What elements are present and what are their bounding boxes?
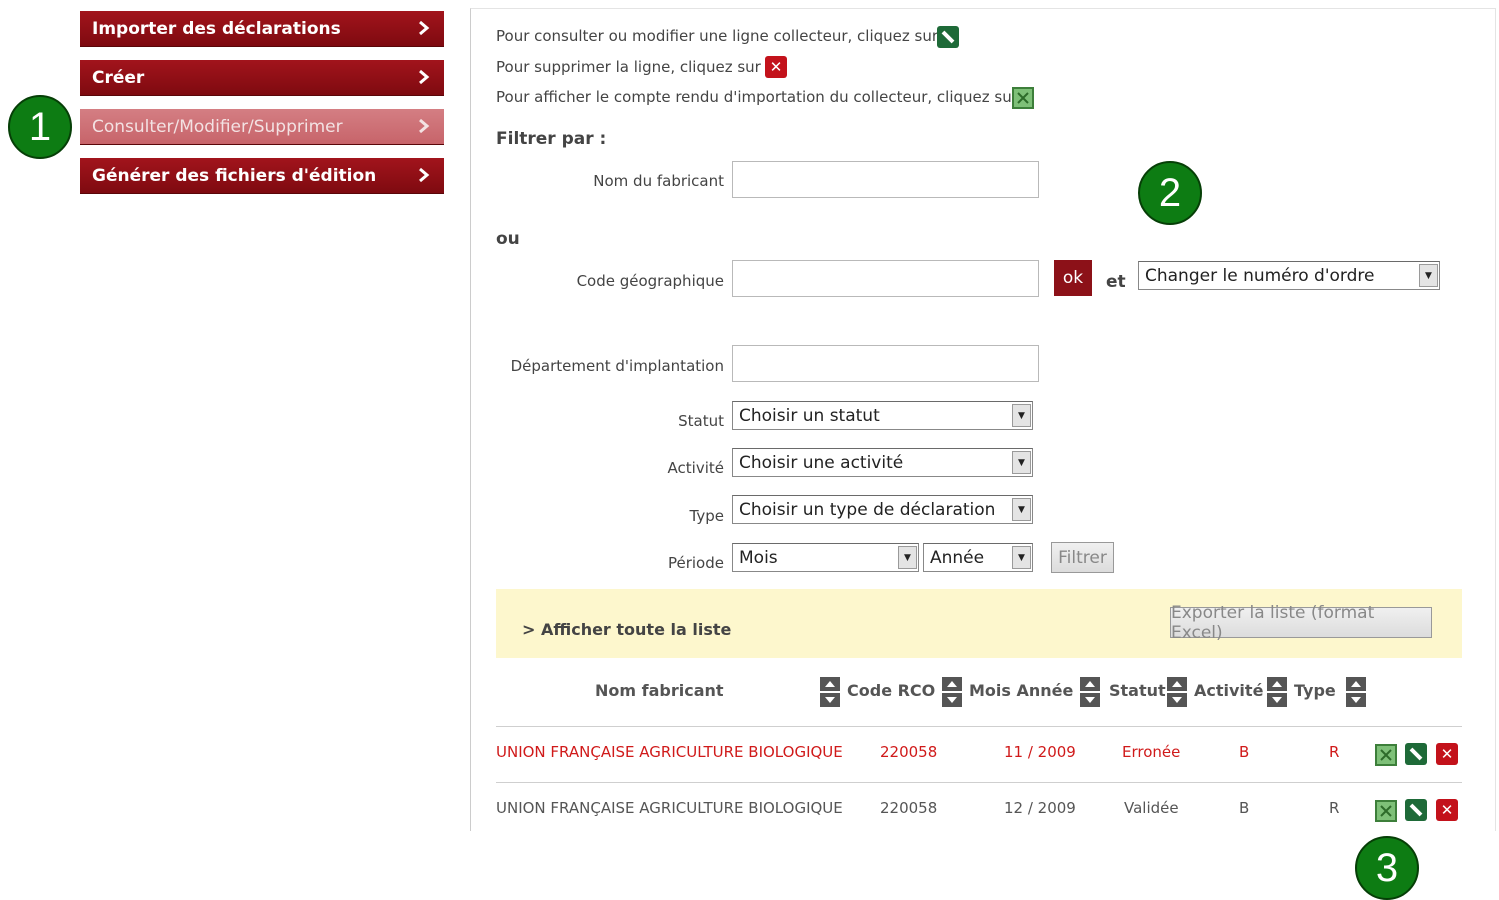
instruction-delete: Pour supprimer la ligne, cliquez sur [496,58,761,76]
menu-item-consulter[interactable]: Consulter/Modifier/Supprimer [80,109,444,145]
chevron-down-icon: ▼ [1012,498,1031,521]
menu-item-label: Générer des fichiers d'édition [92,165,377,186]
edit-icon[interactable] [1405,743,1427,765]
menu-item-generer[interactable]: Générer des fichiers d'édition [80,158,444,194]
instruction-edit: Pour consulter ou modifier une ligne col… [496,27,939,45]
ok-button[interactable]: ok [1054,260,1092,296]
chevron-down-icon: ▼ [1012,451,1031,474]
cell-statut: Validée [1124,799,1179,817]
ou-label: ou [496,229,520,249]
activite-value: Choisir une activité [739,452,904,473]
edit-icon[interactable] [1405,799,1427,821]
excel-report-icon [1012,87,1034,109]
sort-icon[interactable] [1167,677,1187,707]
et-label: et [1106,272,1126,292]
header-type[interactable]: Type [1294,681,1336,700]
header-mois-annee[interactable]: Mois Année [969,681,1073,700]
activite-label: Activité [667,459,724,477]
order-number-select[interactable]: Changer le numéro d'ordre ▼ [1138,261,1440,290]
filtrer-button[interactable]: Filtrer [1051,542,1114,573]
delete-icon[interactable]: ✕ [1436,743,1458,765]
menu-item-creer[interactable]: Créer [80,60,444,96]
activite-select[interactable]: Choisir une activité ▼ [732,448,1033,477]
header-statut[interactable]: Statut [1109,681,1166,700]
code-geo-label: Code géographique [576,272,724,290]
cell-code-rco: 220058 [880,799,938,817]
mois-value: Mois [739,547,778,568]
chevron-right-icon [419,69,430,85]
menu-item-label: Importer des déclarations [92,18,341,39]
menu-item-importer[interactable]: Importer des déclarations [80,11,444,47]
departement-label: Département d'implantation [510,357,724,375]
cell-mois-annee: 12 / 2009 [1004,799,1076,817]
callout-badge-1: 1 [8,95,72,159]
order-number-value: Changer le numéro d'ordre [1145,265,1375,286]
chevron-down-icon: ▼ [1012,404,1031,427]
chevron-down-icon: ▼ [1012,546,1031,569]
excel-report-icon[interactable] [1375,800,1397,822]
type-label: Type [689,507,724,525]
cell-activite: B [1239,743,1250,761]
cell-type: R [1329,799,1340,817]
periode-label: Période [667,554,724,572]
chevron-right-icon [419,167,430,183]
menu-item-label: Consulter/Modifier/Supprimer [92,116,343,137]
mois-select[interactable]: Mois ▼ [732,543,919,572]
chevron-right-icon [419,118,430,134]
cell-activite: B [1239,799,1250,817]
nom-fabricant-input[interactable] [732,161,1039,198]
cell-nom: UNION FRANÇAISE AGRICULTURE BIOLOGIQUE [496,743,843,761]
sort-icon[interactable] [942,677,962,707]
filter-title: Filtrer par : [496,129,607,149]
sort-icon[interactable] [1080,677,1100,707]
departement-input[interactable] [732,345,1039,382]
header-nom-fabricant[interactable]: Nom fabricant [595,681,724,700]
nom-fabricant-label: Nom du fabricant [593,172,724,190]
header-activite[interactable]: Activité [1194,681,1263,700]
menu-item-label: Créer [92,67,145,88]
annee-value: Année [930,547,985,568]
cell-code-rco: 220058 [880,743,938,761]
type-value: Choisir un type de déclaration [739,499,996,520]
cell-nom: UNION FRANÇAISE AGRICULTURE BIOLOGIQUE [496,799,843,817]
delete-icon: ✕ [765,56,787,78]
callout-badge-3: 3 [1355,836,1419,900]
chevron-down-icon: ▼ [1419,264,1438,287]
export-excel-button[interactable]: Exporter la liste (format Excel) [1170,603,1432,643]
chevron-right-icon [419,20,430,36]
excel-report-icon[interactable] [1375,744,1397,766]
cell-statut: Erronée [1122,743,1181,761]
statut-value: Choisir un statut [739,405,880,426]
delete-icon[interactable]: ✕ [1436,799,1458,821]
instruction-report: Pour afficher le compte rendu d'importat… [496,88,1018,106]
statut-select[interactable]: Choisir un statut ▼ [732,401,1033,430]
row-divider [496,782,1462,783]
annee-select[interactable]: Année ▼ [923,543,1033,572]
show-all-link[interactable]: > Afficher toute la liste [522,620,731,639]
chevron-down-icon: ▼ [898,546,917,569]
type-select[interactable]: Choisir un type de déclaration ▼ [732,495,1033,524]
header-code-rco[interactable]: Code RCO [847,681,935,700]
sort-icon[interactable] [1267,677,1287,707]
cell-type: R [1329,743,1340,761]
row-divider [496,726,1462,727]
cell-mois-annee: 11 / 2009 [1004,743,1076,761]
statut-label: Statut [678,412,724,430]
sort-icon[interactable] [1346,677,1366,707]
sort-icon[interactable] [820,677,840,707]
edit-icon [937,26,959,48]
code-geo-input[interactable] [732,260,1039,297]
